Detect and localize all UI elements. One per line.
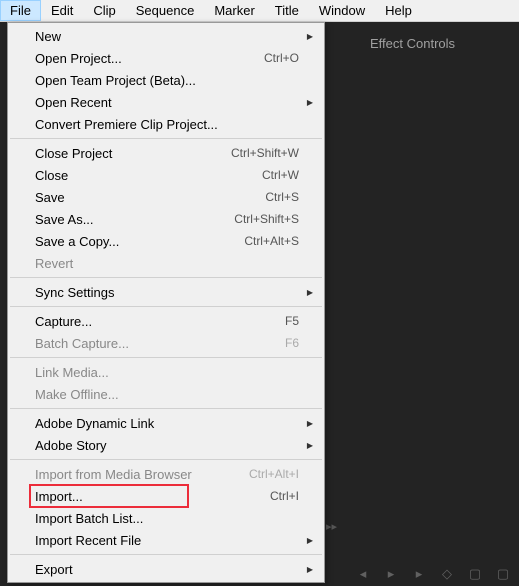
menubar-item-edit[interactable]: Edit [41,0,83,21]
menu-item-label: Capture... [35,314,285,329]
menu-separator [10,138,322,139]
menu-separator [10,306,322,307]
menubar-label: Edit [51,3,73,18]
menu-item-label: Import... [35,489,270,504]
menu-item-shortcut: Ctrl+W [262,168,299,182]
menu-item-revert: Revert [9,252,323,274]
menu-item-shortcut: F6 [285,336,299,350]
menu-item-save-a-copy[interactable]: Save a Copy...Ctrl+Alt+S [9,230,323,252]
menu-item-convert-premiere-clip-project[interactable]: Convert Premiere Clip Project... [9,113,323,135]
menu-item-sync-settings[interactable]: Sync Settings ▶ [9,281,323,303]
menu-item-label: Sync Settings [35,285,299,300]
menubar-label: Help [385,3,412,18]
menubar-item-help[interactable]: Help [375,0,422,21]
menubar-item-window[interactable]: Window [309,0,375,21]
menu-item-label: Save a Copy... [35,234,244,249]
menubar-label: Window [319,3,365,18]
chevron-right-icon: ▶ [307,288,313,297]
menu-item-label: Link Media... [35,365,299,380]
menu-item-label: New [35,29,299,44]
menu-item-link-media: Link Media... [9,361,323,383]
menu-item-save[interactable]: SaveCtrl+S [9,186,323,208]
add-marker-icon[interactable]: ◇ [439,567,455,581]
in-point-icon[interactable]: ▢ [467,567,483,581]
menu-item-import-from-media-browser: Import from Media BrowserCtrl+Alt+I [9,463,323,485]
menubar-label: Clip [93,3,115,18]
chevron-right-icon: ▶ [307,32,313,41]
menu-item-close-project[interactable]: Close ProjectCtrl+Shift+W [9,142,323,164]
menu-item-shortcut: Ctrl+S [265,190,299,204]
menu-item-label: Open Project... [35,51,264,66]
menu-item-close[interactable]: CloseCtrl+W [9,164,323,186]
menu-item-export[interactable]: Export ▶ [9,558,323,580]
chevron-right-icon: ▶ [307,565,313,574]
menu-item-shortcut: Ctrl+O [264,51,299,65]
menu-item-batch-capture: Batch Capture...F6 [9,332,323,354]
menu-item-import-batch-list[interactable]: Import Batch List... [9,507,323,529]
chevron-right-icon: ▶ [307,536,313,545]
menu-separator [10,554,322,555]
menu-item-shortcut: Ctrl+Alt+S [244,234,299,248]
menubar-label: Title [275,3,299,18]
menubar-item-file[interactable]: File [0,0,41,21]
file-menu-dropdown: New ▶ Open Project...Ctrl+O Open Team Proje… [7,22,325,583]
chevron-right-icon: ▶ [307,419,313,428]
chevron-right-icon: ▶ [307,441,313,450]
menu-item-label: Import Recent File [35,533,299,548]
prev-frame-icon[interactable]: ◂ [355,567,371,581]
chevron-right-icon: ▶ [307,98,313,107]
next-frame-icon[interactable]: ▸ [411,567,427,581]
menu-item-shortcut: Ctrl+Alt+I [249,467,299,481]
menu-item-label: Open Team Project (Beta)... [35,73,299,88]
menu-item-label: Convert Premiere Clip Project... [35,117,299,132]
menubar-label: Marker [214,3,254,18]
menubar-item-clip[interactable]: Clip [83,0,125,21]
play-indicator-icon: ▸▸ [326,520,337,533]
menu-item-label: Close Project [35,146,231,161]
menu-item-label: Export [35,562,299,577]
transport-controls: ◂ ▸ ▸ ◇ ▢ ▢ [355,567,511,581]
menu-item-label: Adobe Dynamic Link [35,416,299,431]
menu-item-import[interactable]: Import...Ctrl+I [9,485,323,507]
menu-item-label: Save As... [35,212,234,227]
menubar-item-sequence[interactable]: Sequence [126,0,205,21]
menu-item-label: Close [35,168,262,183]
menu-item-capture[interactable]: Capture...F5 [9,310,323,332]
menu-item-label: Import Batch List... [35,511,299,526]
menu-item-label: Revert [35,256,299,271]
effect-controls-tab[interactable]: Effect Controls [370,36,455,51]
out-point-icon[interactable]: ▢ [495,567,511,581]
menu-item-label: Open Recent [35,95,299,110]
menu-item-open-team-project-beta[interactable]: Open Team Project (Beta)... [9,69,323,91]
menubar: File Edit Clip Sequence Marker Title Win… [0,0,519,22]
menu-item-adobe-dynamic-link[interactable]: Adobe Dynamic Link ▶ [9,412,323,434]
menubar-item-marker[interactable]: Marker [204,0,264,21]
menu-item-adobe-story[interactable]: Adobe Story ▶ [9,434,323,456]
menu-item-label: Make Offline... [35,387,299,402]
menu-item-open-project[interactable]: Open Project...Ctrl+O [9,47,323,69]
menu-item-shortcut: Ctrl+Shift+W [231,146,299,160]
menu-item-open-recent[interactable]: Open Recent ▶ [9,91,323,113]
menu-item-make-offline: Make Offline... [9,383,323,405]
menu-item-label: Save [35,190,265,205]
menu-item-label: Batch Capture... [35,336,285,351]
menu-separator [10,277,322,278]
menu-item-import-recent-file[interactable]: Import Recent File ▶ [9,529,323,551]
menubar-label: Sequence [136,3,195,18]
menu-item-label: Adobe Story [35,438,299,453]
menu-separator [10,408,322,409]
panel-tab-label: Effect Controls [370,36,455,51]
menu-separator [10,357,322,358]
menu-item-new[interactable]: New ▶ [9,25,323,47]
menubar-label: File [10,3,31,18]
play-icon[interactable]: ▸ [383,567,399,581]
menu-item-shortcut: Ctrl+I [270,489,299,503]
menu-item-save-as[interactable]: Save As...Ctrl+Shift+S [9,208,323,230]
menu-item-shortcut: F5 [285,314,299,328]
menu-item-label: Import from Media Browser [35,467,249,482]
menu-separator [10,459,322,460]
menu-item-shortcut: Ctrl+Shift+S [234,212,299,226]
menubar-item-title[interactable]: Title [265,0,309,21]
